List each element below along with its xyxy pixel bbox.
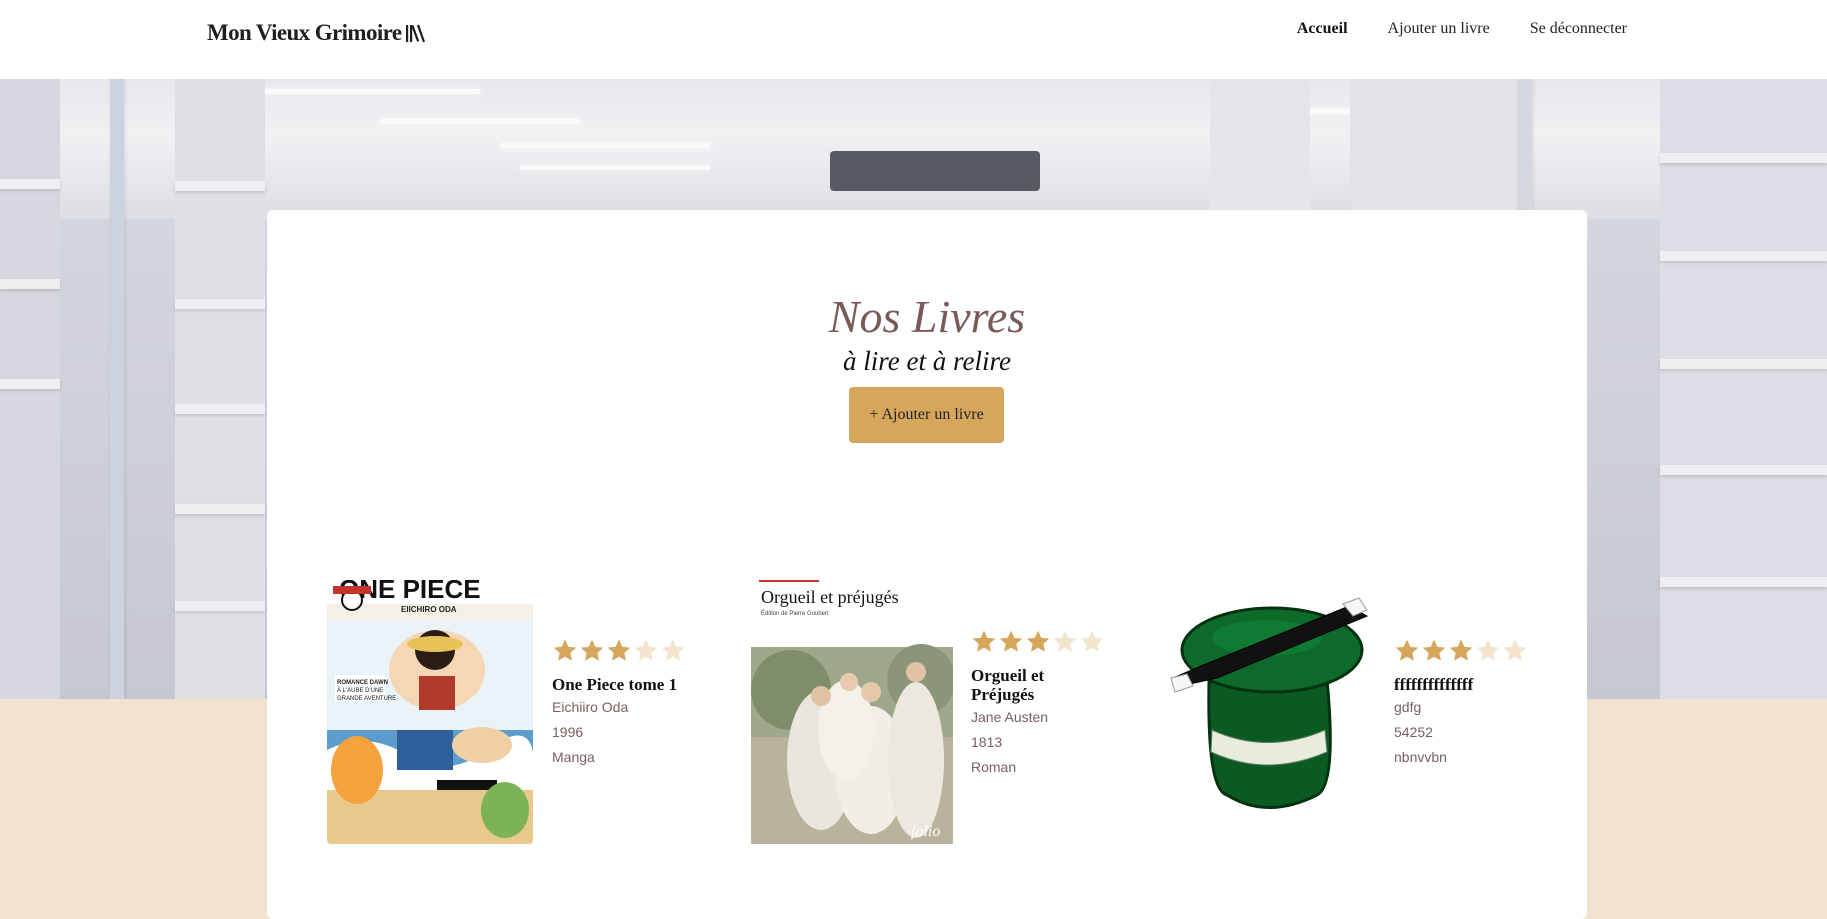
star-filled-icon <box>972 630 996 652</box>
book-card-one-piece[interactable]: ONE PIECE EIICHIRO ODA ROMANCE DAWN À L'… <box>327 580 687 860</box>
books-icon <box>405 22 426 44</box>
star-empty-icon <box>1080 630 1104 652</box>
star-filled-icon <box>607 639 631 661</box>
add-book-button[interactable]: + Ajouter un livre <box>849 387 1004 443</box>
book-card-ffff[interactable]: ffffffffffffff gdfg 54252 nbnvvbn <box>1167 580 1587 860</box>
star-empty-icon <box>661 639 685 661</box>
book-genre: Manga <box>552 749 595 765</box>
main-card: Nos Livres à lire et à relire + Ajouter … <box>267 210 1587 919</box>
site-logo[interactable]: Mon Vieux Grimoire <box>207 20 426 46</box>
page-title: Nos Livres <box>828 291 1026 342</box>
book-genre: Roman <box>971 759 1017 775</box>
book-cover-one-piece[interactable]: ONE PIECE EIICHIRO ODA ROMANCE DAWN À L'… <box>327 580 533 844</box>
star-filled-icon <box>1449 639 1473 661</box>
book-title: One Piece tome 1 <box>552 675 678 694</box>
svg-text:ROMANCE DAWN: ROMANCE DAWN <box>337 680 388 686</box>
star-empty-icon <box>1503 639 1527 661</box>
logo-text: Mon Vieux Grimoire <box>207 20 402 45</box>
star-filled-icon <box>1026 630 1050 652</box>
star-empty-icon <box>1053 630 1077 652</box>
star-filled-icon <box>580 639 604 661</box>
rating-stars <box>971 629 1105 655</box>
main-nav: Accueil Ajouter un livre Se déconnecter <box>1297 20 1627 38</box>
cover-brand-text: folio <box>911 823 940 840</box>
book-year: 1813 <box>971 734 1003 750</box>
nav-accueil[interactable]: Accueil <box>1297 20 1348 38</box>
book-author: gdfg <box>1394 699 1422 715</box>
star-empty-icon <box>1476 639 1500 661</box>
book-author: Eichiiro Oda <box>552 699 629 715</box>
nav-ajouter-livre[interactable]: Ajouter un livre <box>1388 20 1490 38</box>
svg-text:À L'AUBE D'UNE: À L'AUBE D'UNE <box>337 687 383 694</box>
rating-stars <box>552 638 686 664</box>
book-year: 54252 <box>1394 724 1433 740</box>
book-year: 1996 <box>552 724 584 740</box>
cover-title-text: Orgueil et préjugés <box>761 587 899 607</box>
cover-author-text: EIICHIRO ODA <box>401 605 457 614</box>
book-title: Orgueil et Préjugés <box>971 666 1045 704</box>
star-filled-icon <box>553 639 577 661</box>
top-navbar: Mon Vieux Grimoire Accueil Ajouter un li… <box>0 0 1827 79</box>
svg-text:GRANDE AVENTURE: GRANDE AVENTURE <box>337 696 396 702</box>
cover-caption-text: Édition de Pierre Goubert <box>761 610 829 617</box>
star-filled-icon <box>1422 639 1446 661</box>
nav-se-deconnecter[interactable]: Se déconnecter <box>1530 20 1627 38</box>
book-author: Jane Austen <box>971 709 1049 725</box>
book-cover-orgueil[interactable]: Orgueil et préjugés Édition de Pierre Go… <box>751 580 953 844</box>
book-card-orgueil[interactable]: Orgueil et préjugés Édition de Pierre Go… <box>751 580 1131 860</box>
book-title: ffffffffffffff <box>1394 675 1474 694</box>
star-filled-icon <box>1395 639 1419 661</box>
book-genre: nbnvvbn <box>1394 749 1447 765</box>
magic-hat-image[interactable] <box>1167 580 1377 844</box>
star-empty-icon <box>634 639 658 661</box>
rating-stars <box>1394 638 1528 664</box>
page-subtitle: à lire et à relire <box>843 346 1011 376</box>
star-filled-icon <box>999 630 1023 652</box>
